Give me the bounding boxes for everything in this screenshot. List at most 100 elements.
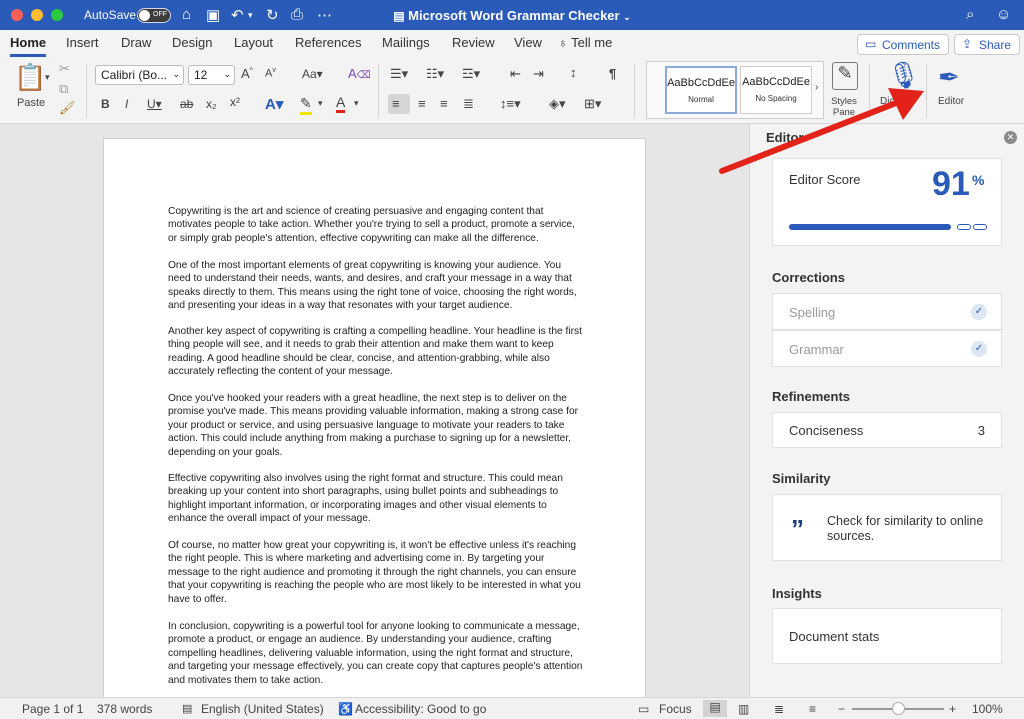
tab-design[interactable]: Design [172, 35, 212, 50]
align-right-icon[interactable]: ≡ [440, 96, 448, 111]
accessibility-icon[interactable]: ♿ [338, 702, 353, 716]
tab-view[interactable]: View [514, 35, 542, 50]
grow-font-icon[interactable]: A^ [241, 66, 253, 81]
highlight-icon[interactable]: ✎ [300, 95, 312, 115]
word-count[interactable]: 378 words [97, 702, 152, 716]
close-pane-icon[interactable]: ✕ [1004, 131, 1017, 144]
borders-icon[interactable]: ⊞▾ [584, 96, 601, 112]
document-paragraph[interactable]: One of the most important elements of gr… [168, 259, 586, 313]
tab-references[interactable]: References [295, 35, 361, 50]
editor-label[interactable]: Editor [938, 96, 964, 107]
tab-mailings[interactable]: Mailings [382, 35, 430, 50]
dictate-label[interactable]: Dictate [880, 96, 918, 107]
tab-draw[interactable]: Draw [121, 35, 151, 50]
document-stats-item[interactable]: Document stats [772, 608, 1002, 664]
insights-heading: Insights [772, 586, 822, 601]
sort-icon[interactable]: ↕ [570, 65, 577, 80]
zoom-slider-knob[interactable] [892, 702, 905, 715]
web-layout-icon[interactable]: ▥ [738, 702, 749, 716]
cut-icon[interactable]: ✂ [59, 61, 70, 77]
subscript-icon[interactable]: x₂ [206, 97, 217, 111]
comments-button[interactable]: ▭ Comments [857, 34, 950, 55]
document-paragraph[interactable]: Effective copywriting also involves usin… [168, 472, 586, 526]
highlight-dropdown-icon[interactable]: ▾ [318, 98, 323, 109]
spelling-item[interactable]: Spelling ✓ [772, 293, 1002, 330]
conciseness-item[interactable]: Conciseness 3 [772, 412, 1002, 448]
align-left-icon[interactable]: ≡ [388, 94, 410, 114]
font-name-select[interactable]: Calibri (Bo... ⌄ [95, 65, 184, 85]
underline-icon[interactable]: U▾ [147, 97, 162, 111]
font-size-select[interactable]: 12 ⌄ [188, 65, 235, 85]
page-count[interactable]: Page 1 of 1 [22, 702, 83, 716]
editor-score-fill [789, 224, 952, 230]
proofing-icon[interactable]: ▤ [182, 702, 192, 715]
copy-icon[interactable]: ⧉ [59, 81, 68, 97]
justify-icon[interactable]: ≣ [463, 96, 474, 112]
microphone-icon[interactable]: 🎙 [887, 60, 920, 91]
zoom-in-icon[interactable]: + [949, 702, 956, 716]
zoom-slider[interactable] [852, 702, 944, 715]
tab-layout[interactable]: Layout [234, 35, 273, 50]
zoom-level[interactable]: 100% [972, 702, 1003, 716]
numbering-icon[interactable]: ☷▾ [426, 66, 444, 82]
bullets-icon[interactable]: ☰▾ [390, 66, 408, 82]
document-paragraph[interactable]: Of course, no matter how great your copy… [168, 539, 586, 606]
format-painter-icon[interactable]: 🖌 [59, 100, 76, 116]
editor-score-card[interactable]: Editor Score 91 % [772, 158, 1002, 246]
print-layout-icon[interactable]: ▤ [703, 700, 727, 717]
italic-icon[interactable]: I [125, 97, 128, 111]
styles-more-icon[interactable]: › [815, 82, 818, 93]
focus-icon[interactable]: ▭ [638, 702, 649, 716]
style-normal[interactable]: AaBbCcDdEe Normal [665, 66, 737, 114]
superscript-icon[interactable]: x² [230, 95, 240, 109]
outline-view-icon[interactable]: ≣ [774, 702, 784, 716]
separator [926, 64, 927, 118]
style-name: No Spacing [755, 94, 797, 103]
text-effects-icon[interactable]: A▾ [265, 95, 283, 113]
document-paragraph[interactable]: Copywriting is the art and science of cr… [168, 205, 586, 245]
account-icon[interactable]: ☺ [996, 6, 1011, 23]
document-page[interactable]: Copywriting is the art and science of cr… [103, 138, 646, 708]
title-dropdown-icon[interactable]: ⌄ [623, 12, 631, 22]
show-formatting-icon[interactable]: ¶ [609, 66, 616, 81]
tab-insert[interactable]: Insert [66, 35, 99, 50]
search-icon[interactable]: ⌕ [966, 6, 974, 23]
document-paragraph[interactable]: In conclusion, copywriting is a powerful… [168, 620, 586, 687]
language[interactable]: English (United States) [201, 702, 324, 716]
line-spacing-icon[interactable]: ↕≡▾ [500, 96, 521, 112]
paste-label[interactable]: Paste [17, 97, 45, 109]
styles-pane-label[interactable]: Styles Pane [828, 96, 860, 118]
focus-label[interactable]: Focus [659, 702, 692, 716]
share-button[interactable]: ⇪ Share [954, 34, 1021, 55]
accessibility-status[interactable]: Accessibility: Good to go [355, 702, 486, 716]
bold-icon[interactable]: B [101, 97, 110, 111]
document-canvas[interactable]: Copywriting is the art and science of cr… [0, 124, 749, 708]
change-case-icon[interactable]: Aa▾ [302, 67, 323, 81]
tell-me-search[interactable]: ♁ Tell me [558, 35, 612, 50]
draft-view-icon[interactable]: ≡ [809, 702, 816, 716]
font-color-dropdown-icon[interactable]: ▾ [354, 98, 359, 109]
grammar-item[interactable]: Grammar ✓ [772, 330, 1002, 367]
style-no-spacing[interactable]: AaBbCcDdEe No Spacing [740, 66, 812, 114]
decrease-indent-icon[interactable]: ⇤ [510, 66, 521, 82]
editor-pen-icon[interactable]: ✒ [938, 62, 960, 93]
document-paragraph[interactable]: Another key aspect of copywriting is cra… [168, 325, 586, 379]
shrink-font-icon[interactable]: Av [265, 67, 276, 80]
zoom-out-icon[interactable]: − [838, 702, 845, 716]
styles-pane-icon[interactable]: ✎ [832, 62, 858, 90]
strikethrough-icon[interactable]: ab [180, 97, 193, 111]
paste-dropdown-icon[interactable]: ▾ [45, 72, 50, 83]
increase-indent-icon[interactable]: ⇥ [533, 66, 544, 82]
multilevel-list-icon[interactable]: ☲▾ [462, 66, 480, 82]
shading-icon[interactable]: ◈▾ [549, 96, 566, 112]
align-center-icon[interactable]: ≡ [418, 96, 426, 111]
similarity-check-card[interactable]: ” Check for similarity to online sources… [772, 494, 1002, 561]
font-color-icon[interactable]: A [336, 94, 346, 113]
editor-pane-title: Editor [766, 130, 804, 145]
tab-home[interactable]: Home [10, 35, 46, 50]
title-bar: AutoSave OFF ⌂ ▣ ↶ ▾ ↻ ⎙ ⋯ ▤ Microsoft W… [0, 0, 1024, 30]
paste-clipboard-icon[interactable]: 📋 [14, 62, 46, 93]
document-paragraph[interactable]: Once you've hooked your readers with a g… [168, 392, 586, 459]
tab-review[interactable]: Review [452, 35, 495, 50]
clear-formatting-icon[interactable]: A⌫ [348, 66, 371, 81]
